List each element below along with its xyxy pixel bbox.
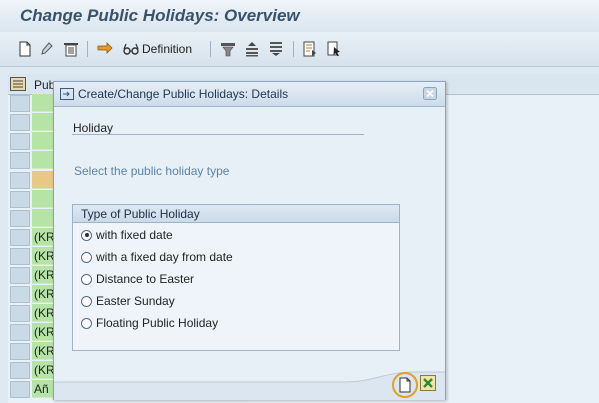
row-selector[interactable] (10, 210, 30, 227)
other-view-icon[interactable] (96, 40, 114, 58)
group-title: Type of Public Holiday (81, 207, 200, 221)
row-selector[interactable] (10, 229, 30, 246)
radio-label: Floating Public Holiday (96, 316, 219, 330)
toolbar-separator (210, 41, 211, 57)
radio-button-selected[interactable] (81, 229, 92, 241)
definition-label: Definition (142, 42, 193, 56)
dialog-body: Holiday Select the public holiday type T… (54, 107, 445, 400)
sort-ascending-icon[interactable] (244, 40, 260, 58)
row-selector[interactable] (10, 286, 30, 303)
radio-label: Easter Sunday (96, 294, 175, 308)
row-selector[interactable] (10, 305, 30, 322)
dialog-title: Create/Change Public Holidays: Details (78, 87, 289, 101)
definition-button[interactable]: Definition (123, 40, 192, 58)
radio-button[interactable] (81, 251, 92, 263)
radio-fixed-day-from-date[interactable]: with a fixed day from date (81, 249, 233, 265)
pencil-icon[interactable] (39, 40, 53, 58)
filter-icon[interactable] (220, 40, 236, 58)
radio-easter-sunday[interactable]: Easter Sunday (81, 293, 175, 309)
row-selector[interactable] (10, 343, 30, 360)
row-selector[interactable] (10, 324, 30, 341)
title-bar: Change Public Holidays: Overview (0, 0, 599, 32)
holiday-type-group: Type of Public Holiday with fixed date w… (72, 204, 400, 351)
holiday-section-label: Holiday (73, 121, 114, 135)
dialog-title-bar[interactable]: Create/Change Public Holidays: Details (54, 82, 445, 107)
radio-label: Distance to Easter (96, 272, 195, 286)
group-header: Type of Public Holiday (73, 205, 399, 223)
row-selector[interactable] (10, 114, 30, 131)
row-selector[interactable] (10, 381, 30, 398)
row-selector[interactable] (10, 191, 30, 208)
radio-floating-holiday[interactable]: Floating Public Holiday (81, 315, 218, 331)
radio-distance-to-easter[interactable]: Distance to Easter (81, 271, 194, 287)
application-toolbar: Definition (0, 32, 599, 67)
radio-button[interactable] (81, 295, 92, 307)
instruction-text: Select the public holiday type (74, 164, 230, 178)
close-icon[interactable] (423, 87, 437, 100)
row-selector[interactable] (10, 172, 30, 189)
toolbar-separator (293, 41, 294, 57)
sort-descending-icon[interactable] (268, 40, 284, 58)
radio-fixed-date[interactable]: with fixed date (81, 227, 173, 243)
select-block-icon[interactable] (326, 40, 342, 58)
row-selector[interactable] (10, 95, 30, 112)
page-title: Change Public Holidays: Overview (20, 6, 300, 25)
details-dialog: Create/Change Public Holidays: Details H… (53, 81, 446, 400)
radio-label: with fixed date (96, 228, 173, 242)
row-selector[interactable] (10, 248, 30, 265)
cancel-button[interactable] (418, 373, 438, 393)
window-icon (60, 88, 74, 100)
glasses-icon (123, 43, 139, 55)
row-selector[interactable] (10, 133, 30, 150)
radio-button[interactable] (81, 273, 92, 285)
row-selector[interactable] (10, 152, 30, 169)
toolbar-separator (87, 41, 88, 57)
cancel-icon (420, 375, 436, 391)
radio-label: with a fixed day from date (96, 250, 233, 264)
create-button[interactable] (392, 372, 418, 398)
radio-button[interactable] (81, 317, 92, 329)
divider (72, 134, 364, 135)
new-document-icon (399, 377, 411, 393)
row-selector[interactable] (10, 362, 30, 379)
row-selector[interactable] (10, 267, 30, 284)
trash-icon[interactable] (63, 40, 79, 58)
table-settings-icon[interactable] (10, 77, 26, 91)
new-entries-icon[interactable] (18, 40, 32, 58)
footer-decoration (54, 371, 445, 400)
export-list-icon[interactable] (302, 40, 318, 58)
